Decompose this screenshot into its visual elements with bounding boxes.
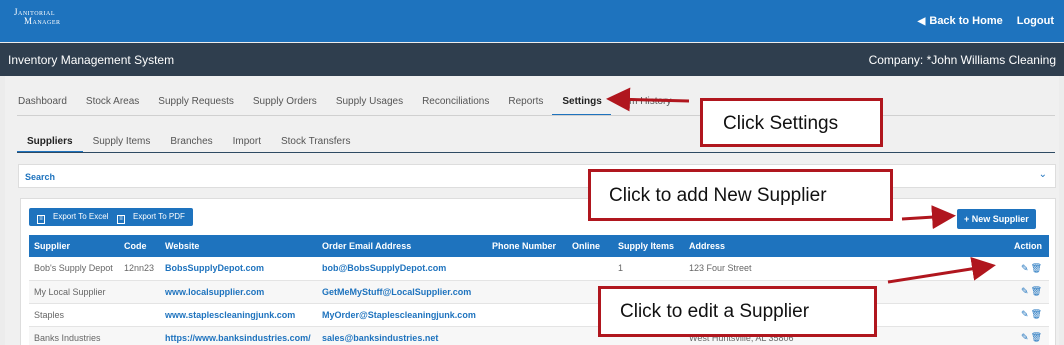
col-supplier[interactable]: Supplier xyxy=(29,235,119,257)
tab-reconciliations[interactable]: Reconciliations xyxy=(412,97,498,116)
cell-action: ✎ 🗑 xyxy=(989,303,1049,327)
arrow-left-icon: ◀ xyxy=(917,16,926,27)
cell-website[interactable]: www.staplescleaningjunk.com xyxy=(160,303,317,327)
back-to-home-label: Back to Home xyxy=(929,15,1003,27)
export-excel-button[interactable]: ≡ Export To Excel xyxy=(29,208,117,226)
tab-item-history[interactable]: tem History xyxy=(611,97,681,116)
tab-supply-items[interactable]: Supply Items xyxy=(83,136,161,153)
cell-website[interactable]: www.localsupplier.com xyxy=(160,280,317,304)
cell-code: 12nn23 xyxy=(119,257,160,281)
edit-icon[interactable]: ✎ xyxy=(1021,309,1029,320)
logout-link[interactable]: Logout xyxy=(1017,15,1054,27)
back-to-home-link[interactable]: ◀ Back to Home xyxy=(918,15,1003,27)
table-row: Staples www.staplescleaningjunk.com MyOr… xyxy=(29,303,1049,327)
content-area: Dashboard Stock Areas Supply Requests Su… xyxy=(5,76,1059,345)
tab-import[interactable]: Import xyxy=(223,136,271,153)
callout-new-supplier-text: Click to add New Supplier xyxy=(609,185,827,206)
cell-supplier: Banks Industries xyxy=(29,326,119,345)
cell-action: ✎ 🗑 xyxy=(989,257,1049,281)
main-tabs-divider xyxy=(17,115,1055,116)
chevron-down-icon[interactable]: ⌄ xyxy=(1039,169,1047,180)
cell-action: ✎ 🗑 xyxy=(989,326,1049,345)
export-excel-label: Export To Excel xyxy=(53,212,109,221)
suppliers-panel: ≡ Export To Excel ≡ Export To PDF + New Su… xyxy=(20,198,1056,345)
col-phone[interactable]: Phone Number xyxy=(487,235,567,257)
cell-email[interactable]: bob@BobsSupplyDepot.com xyxy=(317,257,487,281)
tab-stock-areas[interactable]: Stock Areas xyxy=(76,97,148,116)
top-bar: Janitorial Manager ◀ Back to Home Logout xyxy=(0,0,1064,42)
cell-supply-items: 1 xyxy=(613,257,684,281)
logo[interactable]: Janitorial Manager xyxy=(14,8,61,26)
pdf-file-icon: ≡ xyxy=(117,215,125,224)
edit-icon[interactable]: ✎ xyxy=(1021,286,1029,297)
cell-code xyxy=(119,326,160,345)
cell-phone xyxy=(487,257,567,281)
system-bar: Inventory Management System Company: *Jo… xyxy=(0,43,1064,76)
tab-supply-orders[interactable]: Supply Orders xyxy=(243,97,326,116)
table-header-row: Supplier Code Website Order Email Addres… xyxy=(29,235,1049,257)
cell-supplier: My Local Supplier xyxy=(29,280,119,304)
main-tabs: Dashboard Stock Areas Supply Requests Su… xyxy=(17,97,681,116)
edit-icon[interactable]: ✎ xyxy=(1021,263,1029,274)
cell-phone xyxy=(487,280,567,304)
cell-email[interactable]: MyOrder@Staplescleaningjunk.com xyxy=(317,303,487,327)
callout-add-supplier: Click to add New Supplier xyxy=(588,169,893,221)
col-address[interactable]: Address xyxy=(684,235,989,257)
export-pdf-button[interactable]: ≡ Export To PDF xyxy=(109,208,193,226)
system-name: Inventory Management System xyxy=(8,53,175,67)
tab-stock-transfers[interactable]: Stock Transfers xyxy=(271,136,360,153)
cell-address: 123 Four Street xyxy=(684,257,989,281)
col-action: Action xyxy=(989,235,1049,257)
cell-website[interactable]: BobsSupplyDepot.com xyxy=(160,257,317,281)
search-label: Search xyxy=(25,172,56,182)
table-row: Bob's Supply Depot 12nn23 BobsSupplyDepo… xyxy=(29,257,1049,281)
trash-icon[interactable]: 🗑 xyxy=(1031,286,1042,297)
tab-settings[interactable]: Settings xyxy=(552,97,611,116)
col-online[interactable]: Online xyxy=(567,235,613,257)
callout-settings-text: Click Settings xyxy=(723,113,839,134)
cell-phone xyxy=(487,326,567,345)
col-supply-items[interactable]: Supply Items xyxy=(613,235,684,257)
tab-supply-requests[interactable]: Supply Requests xyxy=(148,97,243,116)
callout-click-settings: Click Settings xyxy=(700,98,883,147)
logo-line2: Manager xyxy=(24,16,61,26)
col-website[interactable]: Website xyxy=(160,235,317,257)
export-pdf-label: Export To PDF xyxy=(133,212,185,221)
cell-code xyxy=(119,303,160,327)
cell-website[interactable]: https://www.banksindustries.com/ xyxy=(160,326,317,345)
trash-icon[interactable]: 🗑 xyxy=(1031,332,1042,343)
table-row: Banks Industries https://www.banksindust… xyxy=(29,326,1049,345)
table-row: My Local Supplier www.localsupplier.com … xyxy=(29,280,1049,304)
cell-code xyxy=(119,280,160,304)
cell-supplier: Staples xyxy=(29,303,119,327)
tab-suppliers[interactable]: Suppliers xyxy=(17,136,83,153)
search-panel[interactable]: Search ⌄ xyxy=(18,164,1056,188)
tab-dashboard[interactable]: Dashboard xyxy=(17,97,76,116)
cell-email[interactable]: GetMeMyStuff@LocalSupplier.com xyxy=(317,280,487,304)
cell-supplier: Bob's Supply Depot xyxy=(29,257,119,281)
cell-phone xyxy=(487,303,567,327)
tab-supply-usages[interactable]: Supply Usages xyxy=(326,97,412,116)
callout-edit-supplier-text: Click to edit a Supplier xyxy=(620,301,810,322)
excel-file-icon: ≡ xyxy=(37,215,45,224)
top-nav: ◀ Back to Home Logout xyxy=(918,15,1054,27)
callout-edit-supplier: Click to edit a Supplier xyxy=(598,286,877,337)
new-supplier-button[interactable]: + New Supplier xyxy=(957,209,1036,229)
edit-icon[interactable]: ✎ xyxy=(1021,332,1029,343)
cell-action: ✎ 🗑 xyxy=(989,280,1049,304)
sub-tabs-divider xyxy=(17,152,1055,153)
tab-reports[interactable]: Reports xyxy=(498,97,552,116)
settings-sub-tabs: Suppliers Supply Items Branches Import S… xyxy=(17,136,360,153)
tab-branches[interactable]: Branches xyxy=(160,136,222,153)
cell-online xyxy=(567,257,613,281)
trash-icon[interactable]: 🗑 xyxy=(1031,309,1042,320)
company-name: Company: *John Williams Cleaning xyxy=(868,53,1056,67)
col-order-email[interactable]: Order Email Address xyxy=(317,235,487,257)
trash-icon[interactable]: 🗑 xyxy=(1031,263,1042,274)
cell-email[interactable]: sales@banksindustries.net xyxy=(317,326,487,345)
col-code[interactable]: Code xyxy=(119,235,160,257)
suppliers-table: Supplier Code Website Order Email Addres… xyxy=(29,235,1049,345)
